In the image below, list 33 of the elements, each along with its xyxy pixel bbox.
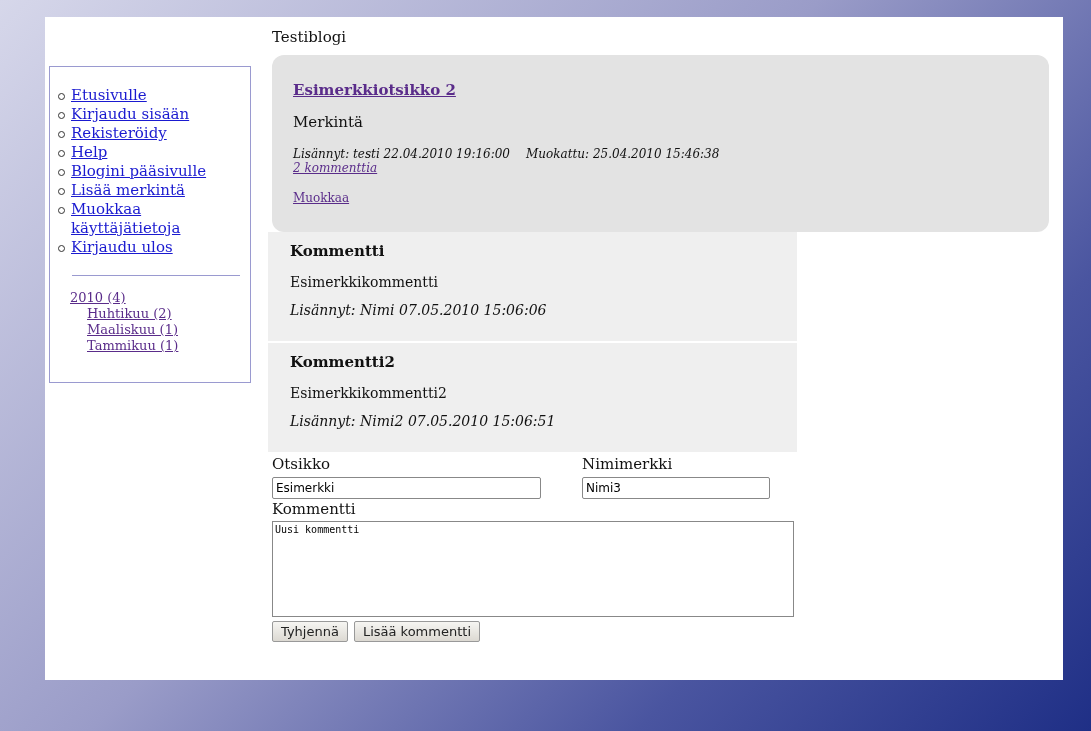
archive-year-link[interactable]: 2010 (4) bbox=[70, 290, 126, 306]
nickname-input[interactable]: Nimi3 bbox=[582, 477, 770, 499]
comment-body: Esimerkkikommentti bbox=[290, 274, 439, 290]
edit-link[interactable]: Muokkaa bbox=[293, 191, 350, 205]
title-label: Otsikko bbox=[272, 454, 331, 474]
comment-title: Kommentti bbox=[290, 242, 385, 260]
archive-month-link[interactable]: Huhtikuu (2) bbox=[87, 306, 172, 322]
post-title-link[interactable]: Esimerkkiotsikko 2 bbox=[293, 81, 456, 99]
comments-link[interactable]: 2 kommenttia bbox=[293, 161, 378, 175]
post-body: Merkintä bbox=[293, 113, 363, 131]
comment-meta: Lisännyt: Nimi 07.05.2010 15:06:06 bbox=[290, 302, 547, 318]
nav-link[interactable]: Lisää merkintä bbox=[71, 181, 185, 200]
nav-link[interactable]: Help bbox=[71, 143, 108, 162]
archive-month-link[interactable]: Tammikuu (1) bbox=[87, 338, 179, 354]
title-input[interactable]: Esimerkki bbox=[272, 477, 541, 499]
nav-link[interactable]: Blogini pääsivulle bbox=[71, 162, 207, 181]
comment-label: Kommentti bbox=[272, 499, 356, 519]
comment-meta: Lisännyt: Nimi2 07.05.2010 15:06:51 bbox=[290, 413, 556, 429]
comment-textarea[interactable]: Uusi kommentti bbox=[272, 521, 794, 617]
form-button[interactable]: Tyhjennä bbox=[272, 621, 348, 642]
comment-body: Esimerkkikommentti2 bbox=[290, 385, 447, 401]
nav-link[interactable]: Kirjaudu ulos bbox=[71, 238, 173, 257]
comment-title: Kommentti2 bbox=[290, 353, 395, 371]
nav-link[interactable]: Muokkaa käyttäjätietoja bbox=[71, 200, 242, 238]
archive-month-link[interactable]: Maaliskuu (1) bbox=[87, 322, 178, 338]
nav-link[interactable]: Rekisteröidy bbox=[71, 124, 167, 143]
nav-link[interactable]: Kirjaudu sisään bbox=[71, 105, 190, 124]
blog-title: Testiblogi bbox=[271, 28, 347, 48]
nickname-label: Nimimerkki bbox=[582, 454, 673, 474]
post-modified: Muokattu: 25.04.2010 15:46:38 bbox=[526, 147, 720, 161]
form-button[interactable]: Lisää kommentti bbox=[353, 621, 480, 642]
post-added: Lisännyt: testi 22.04.2010 19:16:00 bbox=[293, 147, 510, 161]
nav-link[interactable]: Etusivulle bbox=[71, 86, 147, 105]
